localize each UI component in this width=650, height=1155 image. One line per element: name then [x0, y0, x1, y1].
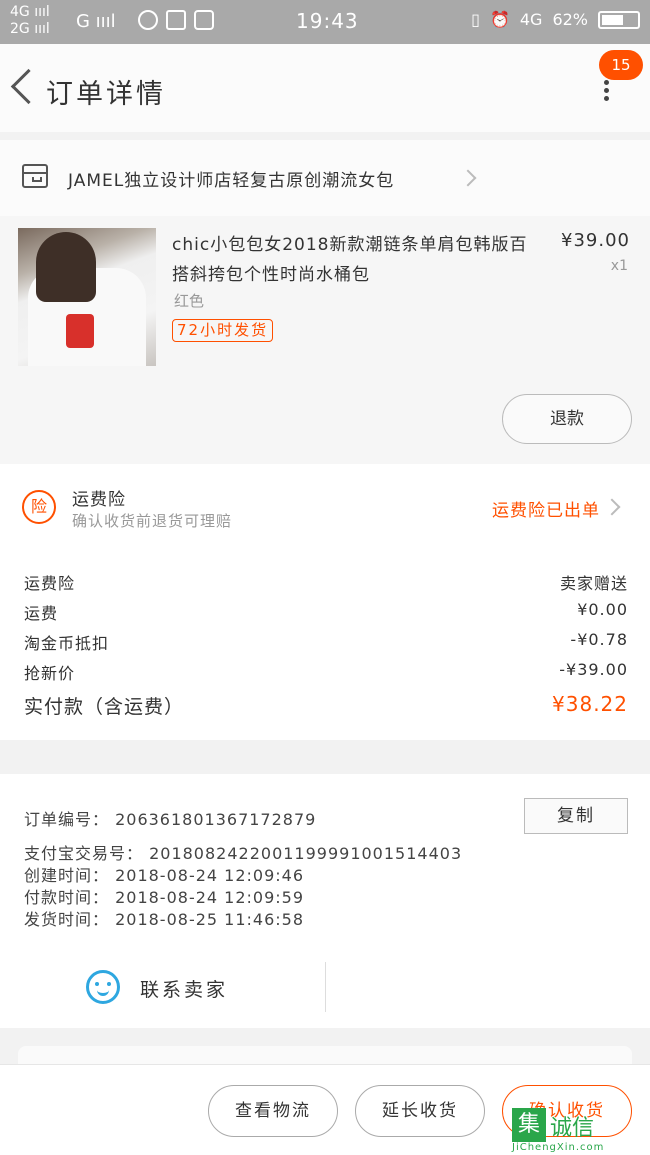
- fee-row-coins: 淘金币抵扣 -¥0.78: [24, 630, 628, 658]
- fee-label: 运费: [24, 604, 59, 623]
- created-time: 创建时间： 2018-08-24 12:09:46: [24, 866, 305, 885]
- signal-2-label: 2G: [10, 21, 30, 37]
- fee-value: -¥39.00: [559, 660, 628, 679]
- refund-button[interactable]: 退款: [502, 394, 632, 444]
- product-quantity: x1: [610, 258, 628, 274]
- product-price: ¥39.00: [561, 230, 630, 251]
- product-card[interactable]: chic小包包女2018新款潮链条单肩包韩版百搭斜挎包个性时尚水桶包 红色 72…: [0, 216, 650, 464]
- shipping-tag: 72小时发货: [172, 319, 274, 342]
- back-button[interactable]: [8, 68, 34, 108]
- divider: [325, 962, 326, 1012]
- page-title: 订单详情: [46, 79, 166, 110]
- notification-badge[interactable]: 15: [599, 50, 643, 80]
- alarm-icon: ⏰: [489, 10, 510, 29]
- paid-time: 付款时间： 2018-08-24 12:09:59: [24, 888, 305, 907]
- extend-receipt-button[interactable]: 延长收货: [355, 1085, 485, 1137]
- fee-row-shipping: 运费 ¥0.00: [24, 600, 628, 628]
- chat-icon[interactable]: [86, 970, 120, 1004]
- carrier-signal-icon: G ıııl: [76, 11, 116, 32]
- fee-value: 卖家赠送: [559, 574, 628, 593]
- order-number: 订单编号： 206361801367172879: [24, 810, 317, 829]
- sim-icon: [194, 10, 214, 30]
- alipay-number: 支付宝交易号： 2018082422001199991001514403: [24, 844, 463, 863]
- insurance-icon: 险: [22, 490, 56, 524]
- network-label: 4G: [519, 10, 543, 29]
- view-logistics-button[interactable]: 查看物流: [208, 1085, 338, 1137]
- product-sku: 红色: [174, 292, 205, 310]
- contact-seller-button[interactable]: 联系卖家: [140, 975, 228, 1002]
- fee-label: 淘金币抵扣: [24, 634, 110, 653]
- battery-icon: [598, 10, 640, 29]
- signal-1-label: 4G: [10, 4, 30, 20]
- battery-text: 62%: [552, 10, 588, 29]
- watermark-box: 集: [512, 1108, 546, 1142]
- shop-name: JAMEL独立设计师店轻复古原创潮流女包: [68, 171, 395, 191]
- product-image: [18, 228, 156, 366]
- watermark-logo: 集 诚信 JiChengXin.com: [512, 1108, 644, 1153]
- fee-value: -¥0.78: [570, 630, 628, 649]
- more-options-icon[interactable]: [596, 80, 616, 106]
- status-time: 19:43: [296, 9, 359, 33]
- chevron-right-icon: [459, 169, 477, 187]
- copy-button[interactable]: 复制: [524, 798, 628, 834]
- nav-bar: 订单详情: [0, 44, 650, 132]
- insurance-subtitle: 确认收货前退货可理赔: [72, 512, 233, 530]
- fee-label: 运费险: [24, 574, 76, 593]
- fee-row-total: 实付款（含运费） ¥38.22: [24, 692, 628, 724]
- battery-level: [602, 14, 624, 25]
- watermark-url: JiChengXin.com: [512, 1142, 605, 1153]
- vibrate-icon: ▯: [471, 10, 480, 29]
- fee-row-discount: 抢新价 -¥39.00: [24, 660, 628, 688]
- fee-value: ¥0.00: [577, 600, 628, 619]
- shop-row[interactable]: JAMEL独立设计师店轻复古原创潮流女包: [0, 140, 650, 216]
- fee-row-insurance: 运费险 卖家赠送: [24, 570, 628, 598]
- insurance-status-link[interactable]: 运费险已出单: [492, 496, 600, 521]
- total-label: 实付款（含运费）: [24, 696, 185, 718]
- product-title: chic小包包女2018新款潮链条单肩包韩版百搭斜挎包个性时尚水桶包: [172, 235, 528, 285]
- insurance-title: 运费险: [72, 490, 126, 510]
- shop-icon: [22, 164, 48, 188]
- storage-icon: [166, 10, 186, 30]
- status-bar: 4G ıııl 2G ıııl G ıııl 19:43 ▯ ⏰ 4G 62%: [0, 0, 650, 44]
- signal-icon: 4G ıııl 2G ıııl: [10, 4, 50, 37]
- sync-icon: [138, 10, 158, 30]
- watermark-text: 诚信: [550, 1116, 595, 1141]
- shipped-time: 发货时间： 2018-08-25 11:46:58: [24, 910, 305, 929]
- fee-label: 抢新价: [24, 664, 76, 683]
- total-value: ¥38.22: [552, 692, 628, 716]
